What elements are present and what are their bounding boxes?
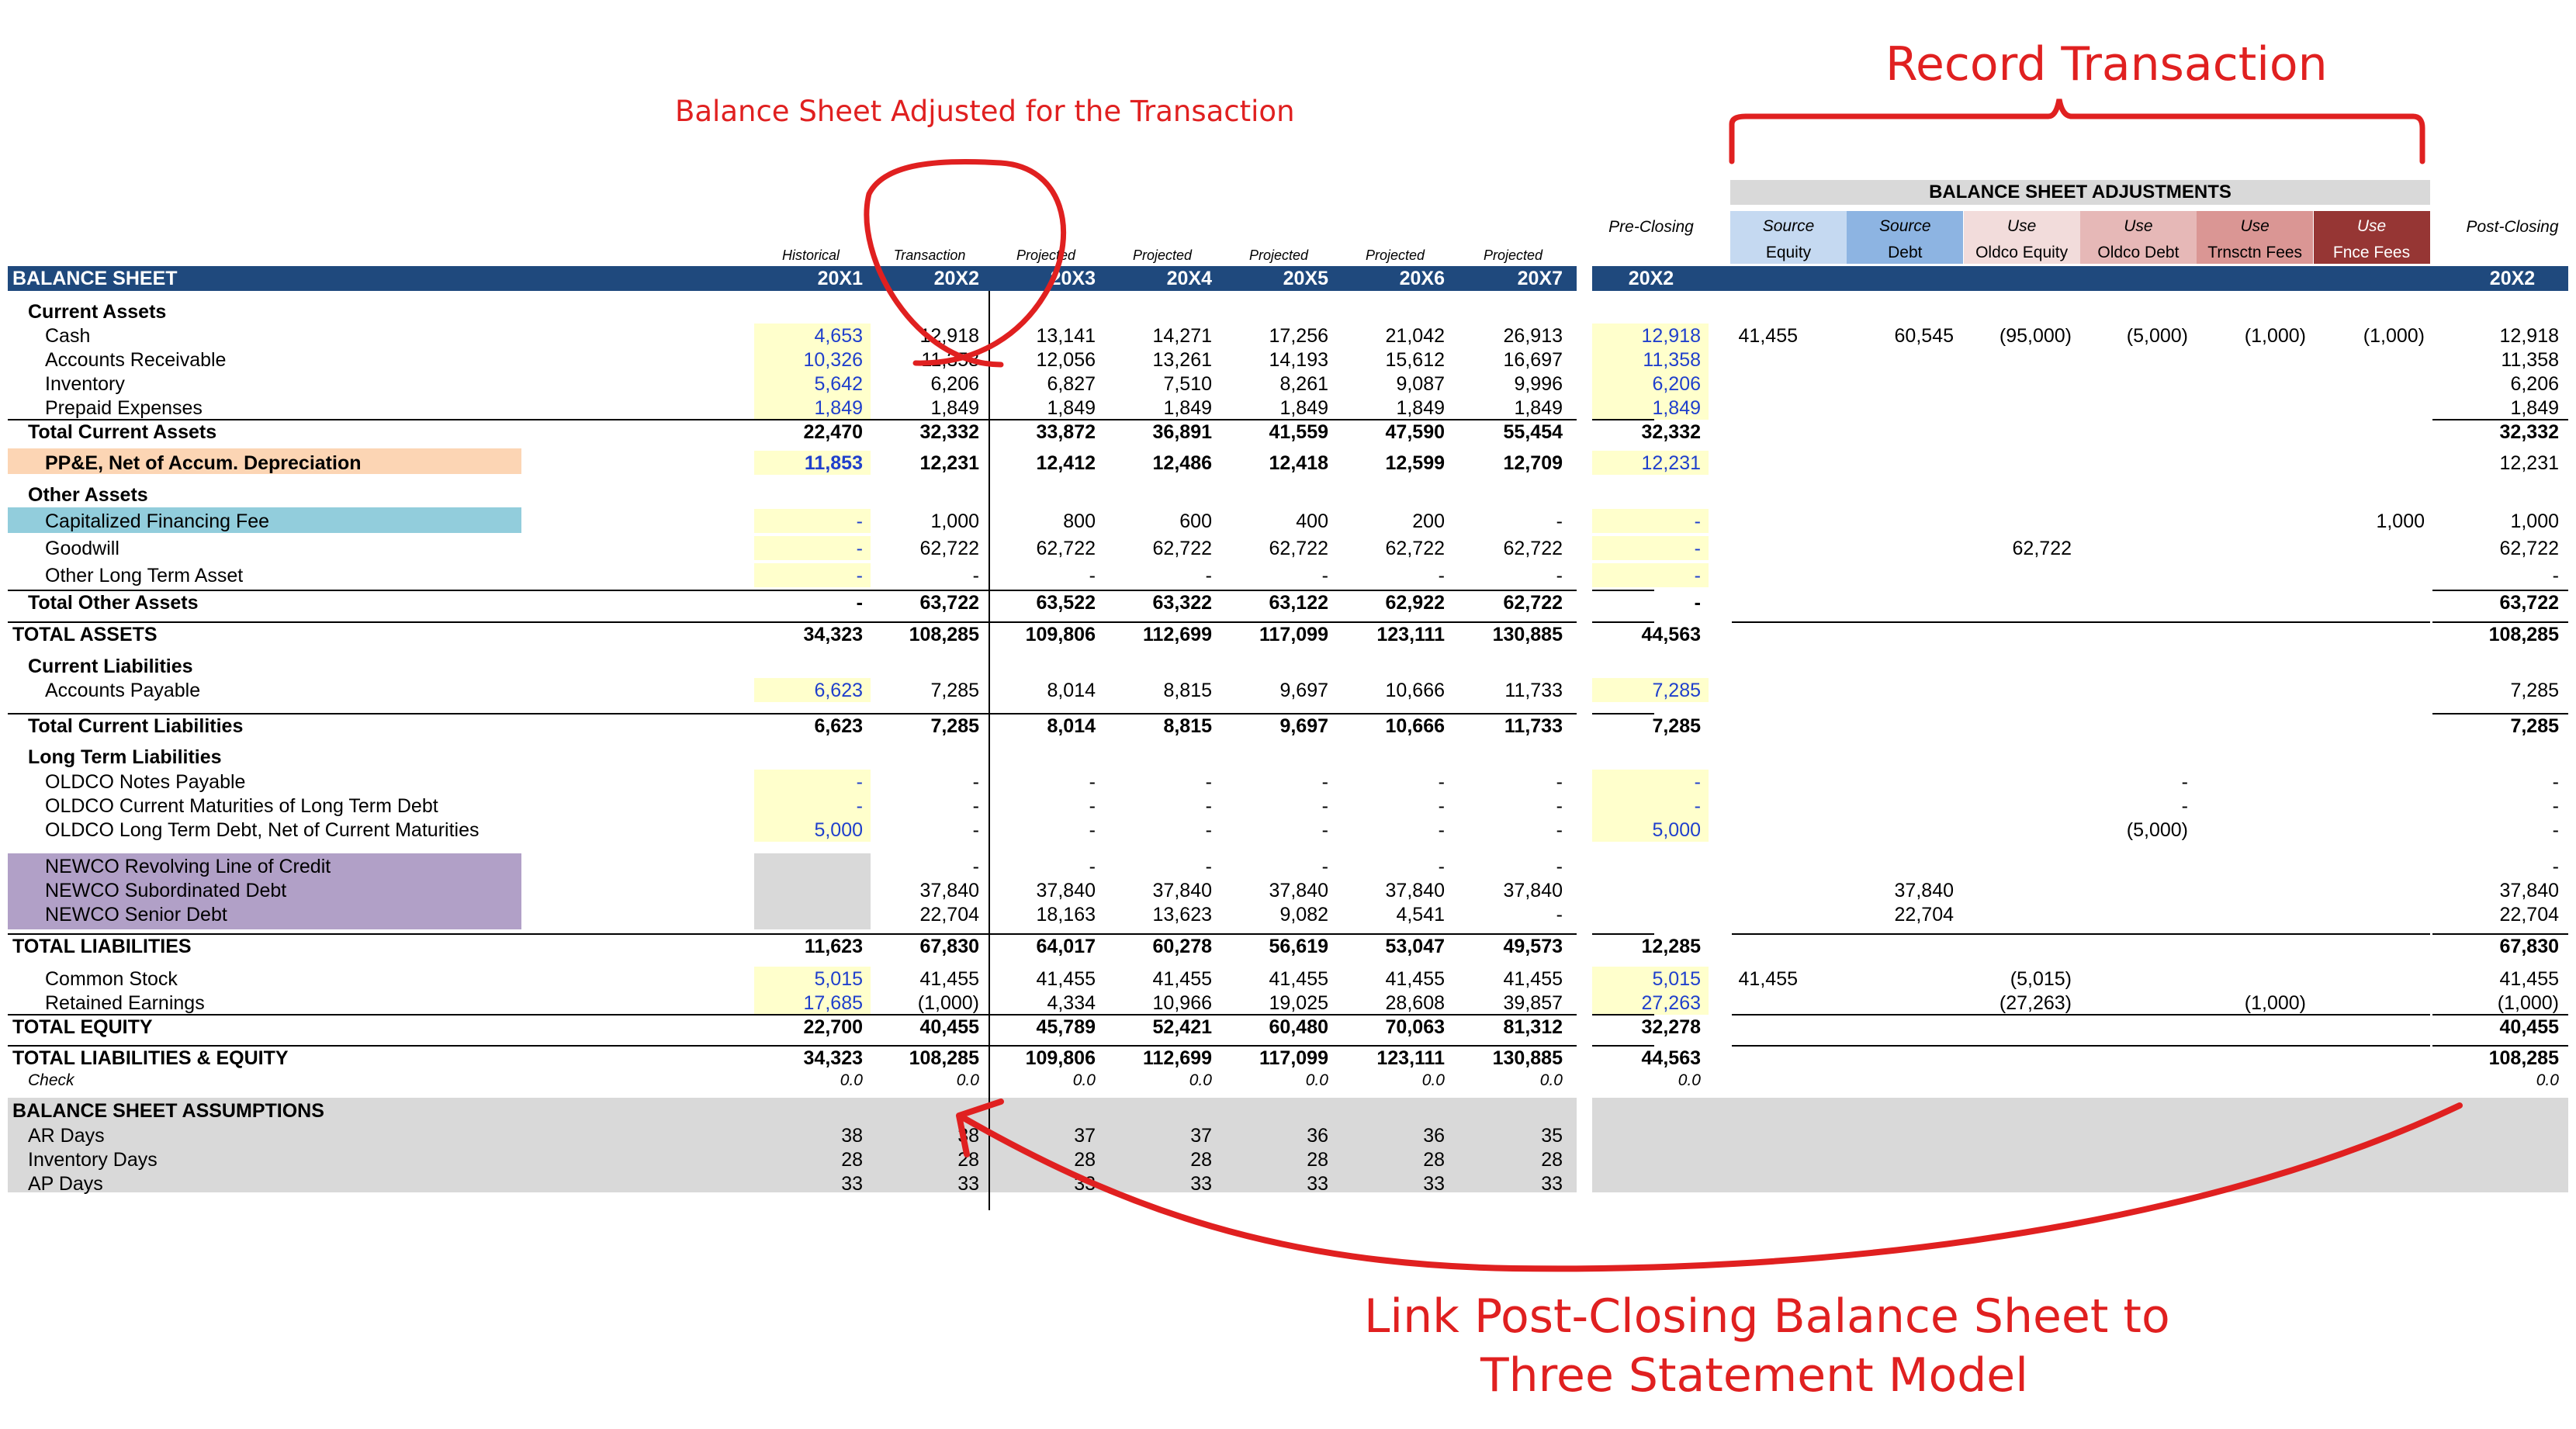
transaction-column-circle: [864, 158, 1067, 368]
record-transaction-brace: [1729, 99, 2425, 164]
annotation-marks: [864, 99, 2463, 1272]
link-arrow-curve: [959, 1102, 2463, 1272]
